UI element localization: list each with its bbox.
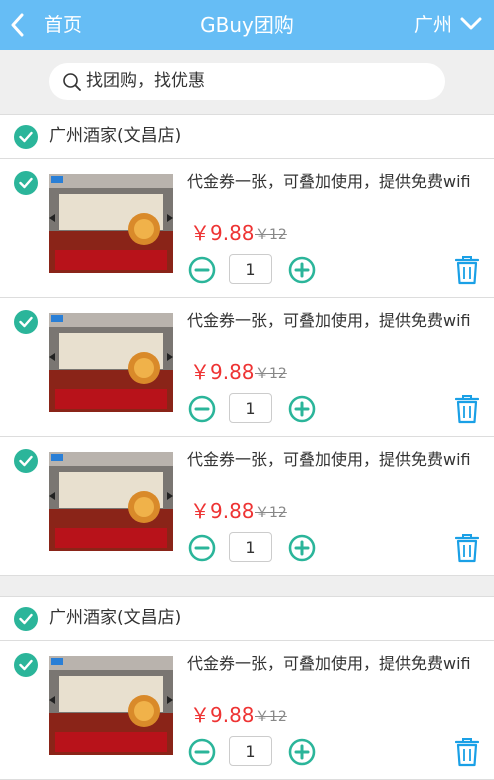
original-price: ￥12 (255, 505, 287, 521)
shop-header: 广州酒家(文昌店) (0, 115, 494, 159)
trash-icon[interactable] (455, 394, 479, 424)
deal-thumbnail[interactable] (49, 313, 173, 412)
plus-circle-icon[interactable] (288, 395, 316, 423)
quantity-input[interactable]: 1 (229, 254, 272, 284)
search-input[interactable]: 找团购，找优惠 (49, 63, 445, 100)
cart-item: 代金券一张，可叠加使用，提供免费wifi ￥9.88 ￥12 1 (0, 298, 494, 437)
item-select-check-icon[interactable] (14, 171, 38, 195)
shop-name: 广州酒家(文昌店) (49, 126, 182, 146)
item-select-check-icon[interactable] (14, 310, 38, 334)
original-price: ￥12 (255, 709, 287, 725)
quantity-input[interactable]: 1 (229, 393, 272, 423)
shop-group: 广州酒家(文昌店) 代金券一张，可叠加使用，提供免费wifi ￥9.88 ￥12… (0, 596, 494, 780)
shop-select-check-icon[interactable] (14, 125, 38, 149)
deal-title[interactable]: 代金券一张，可叠加使用，提供免费wifi (187, 172, 471, 192)
deal-price: ￥9.88 (190, 360, 255, 384)
original-price: ￥12 (255, 366, 287, 382)
shop-name: 广州酒家(文昌店) (49, 608, 182, 628)
item-select-check-icon[interactable] (14, 449, 38, 473)
search-bar-area: 找团购，找优惠 (0, 50, 494, 114)
deal-thumbnail[interactable] (49, 452, 173, 551)
cart-item: 代金券一张，可叠加使用，提供免费wifi ￥9.88 ￥12 1 (0, 159, 494, 298)
chevron-down-icon[interactable] (460, 16, 482, 32)
deal-title[interactable]: 代金券一张，可叠加使用，提供免费wifi (187, 450, 471, 470)
shop-group: 广州酒家(文昌店) 代金券一张，可叠加使用，提供免费wifi ￥9.88 ￥12… (0, 114, 494, 576)
deal-price: ￥9.88 (190, 499, 255, 523)
shop-select-check-icon[interactable] (14, 607, 38, 631)
deal-title[interactable]: 代金券一张，可叠加使用，提供免费wifi (187, 311, 471, 331)
minus-circle-icon[interactable] (188, 395, 216, 423)
plus-circle-icon[interactable] (288, 534, 316, 562)
original-price: ￥12 (255, 227, 287, 243)
item-select-check-icon[interactable] (14, 653, 38, 677)
shop-header: 广州酒家(文昌店) (0, 597, 494, 641)
cart-list: 广州酒家(文昌店) 代金券一张，可叠加使用，提供免费wifi ￥9.88 ￥12… (0, 114, 494, 780)
deal-price: ￥9.88 (190, 221, 255, 245)
cart-item: 代金券一张，可叠加使用，提供免费wifi ￥9.88 ￥12 1 (0, 641, 494, 780)
search-icon (63, 73, 81, 91)
top-navbar: 首页 GBuy团购 广州 (0, 0, 494, 50)
search-placeholder: 找团购，找优惠 (86, 71, 205, 91)
quantity-input[interactable]: 1 (229, 532, 272, 562)
minus-circle-icon[interactable] (188, 534, 216, 562)
trash-icon[interactable] (455, 737, 479, 767)
trash-icon[interactable] (455, 533, 479, 563)
city-selector[interactable]: 广州 (414, 13, 452, 37)
cart-item: 代金券一张，可叠加使用，提供免费wifi ￥9.88 ￥12 1 (0, 437, 494, 576)
deal-thumbnail[interactable] (49, 174, 173, 273)
deal-title[interactable]: 代金券一张，可叠加使用，提供免费wifi (187, 654, 471, 674)
minus-circle-icon[interactable] (188, 256, 216, 284)
trash-icon[interactable] (455, 255, 479, 285)
deal-thumbnail[interactable] (49, 656, 173, 755)
plus-circle-icon[interactable] (288, 256, 316, 284)
deal-price: ￥9.88 (190, 703, 255, 727)
